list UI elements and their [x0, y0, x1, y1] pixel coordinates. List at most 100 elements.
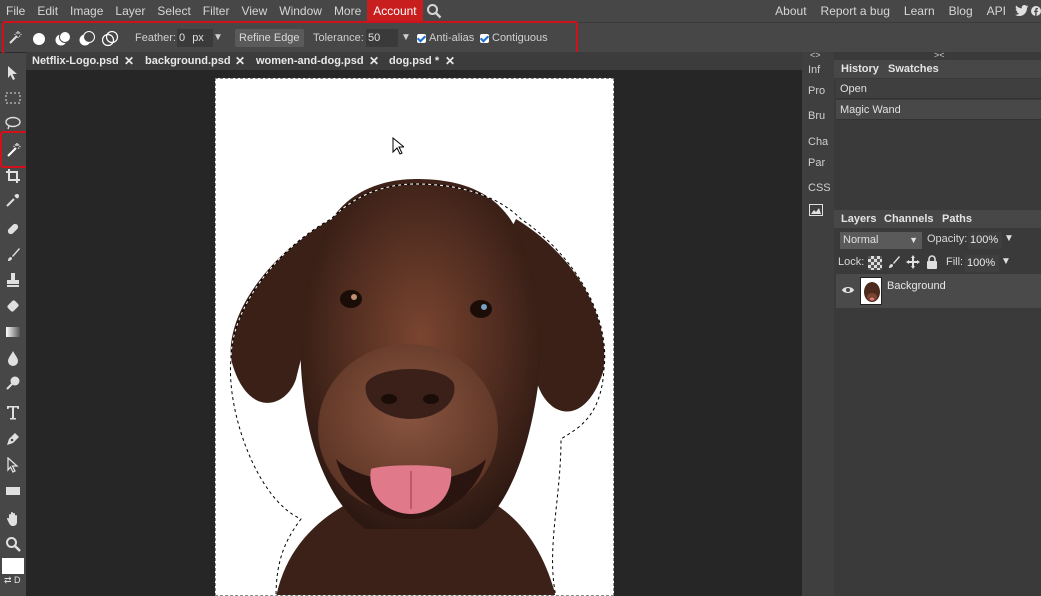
menu-account[interactable]: Account	[367, 0, 423, 22]
expand-panel-icon[interactable]: <>	[810, 50, 821, 60]
menu-window[interactable]: Window	[273, 0, 328, 22]
panel-css[interactable]: CSS	[808, 182, 831, 194]
menu-more[interactable]: More	[328, 0, 367, 22]
refine-edge-button[interactable]: Refine Edge	[235, 29, 304, 47]
tab-dog[interactable]: dog.psd *	[389, 52, 439, 70]
brush-icon[interactable]	[3, 245, 23, 265]
facebook-icon[interactable]	[1031, 0, 1041, 22]
close-icon[interactable]: ✕	[235, 52, 245, 70]
feather-dropdown-icon[interactable]: ▼	[213, 29, 223, 47]
menu-blog[interactable]: Blog	[942, 0, 980, 22]
path-select-icon[interactable]	[3, 455, 23, 475]
lasso-icon[interactable]	[3, 113, 23, 133]
new-selection-icon[interactable]	[31, 31, 47, 47]
magic-wand-icon[interactable]	[6, 30, 22, 46]
panel-info[interactable]: Inf	[808, 64, 820, 76]
crop-icon[interactable]	[3, 166, 23, 186]
subtract-selection-icon[interactable]	[78, 31, 95, 47]
image-panel-icon[interactable]	[809, 204, 823, 219]
swap-colors-icon[interactable]: ⇄ D	[4, 575, 22, 587]
history-item-magic-wand[interactable]: Magic Wand	[836, 100, 1041, 120]
shape-icon[interactable]	[3, 481, 23, 501]
anti-alias-checkbox[interactable]	[417, 34, 426, 43]
menu-learn[interactable]: Learn	[897, 0, 942, 22]
close-icon[interactable]: ✕	[445, 52, 455, 70]
tab-paths[interactable]: Paths	[942, 210, 972, 228]
feather-value: 0	[179, 32, 186, 44]
intersect-selection-icon[interactable]	[101, 30, 119, 47]
layer-row[interactable]: Background	[836, 274, 1041, 308]
menu-view[interactable]: View	[235, 0, 273, 22]
lock-move-icon[interactable]	[906, 255, 920, 272]
feather-input[interactable]: 0 px	[177, 29, 213, 47]
menu-filter[interactable]: Filter	[197, 0, 236, 22]
menu-file[interactable]: File	[0, 0, 31, 22]
pen-icon[interactable]	[3, 429, 23, 449]
blend-mode-select[interactable]: Normal ▼	[840, 232, 922, 249]
lock-paint-icon[interactable]	[887, 255, 901, 272]
panel-character[interactable]: Cha	[808, 136, 828, 148]
magic-wand-icon[interactable]	[3, 140, 23, 160]
zoom-icon[interactable]	[3, 534, 23, 554]
eraser-icon[interactable]	[3, 296, 23, 316]
stamp-icon[interactable]	[3, 270, 23, 290]
workspace[interactable]	[26, 70, 802, 596]
opacity-input[interactable]: 100%	[968, 232, 1002, 249]
twitter-icon[interactable]	[1013, 0, 1031, 22]
cursor-icon	[392, 137, 404, 155]
tab-swatches[interactable]: Swatches	[888, 60, 939, 78]
foreground-color-swatch[interactable]	[2, 558, 24, 574]
layer-name: Background	[887, 280, 946, 292]
marquee-icon[interactable]	[3, 88, 23, 108]
hand-icon[interactable]	[3, 509, 23, 529]
menu-about[interactable]: About	[768, 0, 813, 22]
eye-icon[interactable]	[841, 284, 855, 298]
feather-unit: px	[192, 32, 204, 44]
add-selection-icon[interactable]	[54, 31, 71, 47]
lock-transparency-icon[interactable]	[868, 256, 882, 270]
move-icon[interactable]	[3, 63, 23, 83]
menu-api[interactable]: API	[980, 0, 1013, 22]
lock-label: Lock:	[838, 256, 865, 268]
close-icon[interactable]: ✕	[369, 52, 379, 70]
menu-image[interactable]: Image	[64, 0, 109, 22]
type-icon[interactable]	[3, 402, 23, 422]
close-icon[interactable]: ✕	[124, 52, 134, 70]
panel-brush[interactable]: Bru	[808, 110, 825, 122]
tab-channels[interactable]: Channels	[884, 210, 934, 228]
panel-properties[interactable]: Pro	[808, 85, 825, 97]
healing-icon[interactable]	[3, 219, 23, 239]
fill-input[interactable]: 100%	[965, 255, 999, 272]
tools-panel: ⇄ D	[0, 53, 26, 596]
menu-report-bug[interactable]: Report a bug	[814, 0, 897, 22]
collapse-panel-icon[interactable]: ><	[934, 50, 945, 60]
tolerance-input[interactable]: 50	[366, 29, 398, 47]
lock-icon[interactable]	[926, 255, 938, 272]
menu-layer[interactable]: Layer	[109, 0, 151, 22]
search-icon[interactable]	[423, 0, 445, 22]
tolerance-dropdown-icon[interactable]: ▼	[401, 29, 411, 47]
history-panel-tabs: History Swatches	[834, 60, 1041, 78]
tab-background[interactable]: background.psd	[145, 52, 231, 70]
history-item-open[interactable]: Open	[836, 79, 1041, 99]
tab-netflix-logo[interactable]: Netflix-Logo.psd	[32, 52, 119, 70]
tab-history[interactable]: History	[841, 60, 879, 78]
blur-icon[interactable]	[3, 348, 23, 368]
menu-select[interactable]: Select	[151, 0, 196, 22]
contiguous-label: Contiguous	[492, 32, 548, 44]
fill-label: Fill:	[946, 256, 964, 268]
collapsed-panels: <> Inf Pro Bru Cha Par CSS	[802, 50, 834, 596]
opacity-dropdown-icon[interactable]: ▼	[1004, 233, 1014, 244]
contiguous-checkbox[interactable]	[480, 34, 489, 43]
image-canvas[interactable]	[215, 78, 614, 596]
eyedropper-icon[interactable]	[3, 190, 23, 210]
dodge-icon[interactable]	[3, 373, 23, 393]
menu-bar: File Edit Image Layer Select Filter View…	[0, 0, 1041, 22]
fill-dropdown-icon[interactable]: ▼	[1001, 256, 1011, 267]
gradient-icon[interactable]	[3, 322, 23, 342]
tab-women-and-dog[interactable]: women-and-dog.psd	[256, 52, 364, 70]
menu-edit[interactable]: Edit	[31, 0, 64, 22]
panel-paragraph[interactable]: Par	[808, 157, 825, 169]
tab-layers[interactable]: Layers	[841, 210, 876, 228]
chevron-down-icon: ▼	[909, 235, 918, 245]
